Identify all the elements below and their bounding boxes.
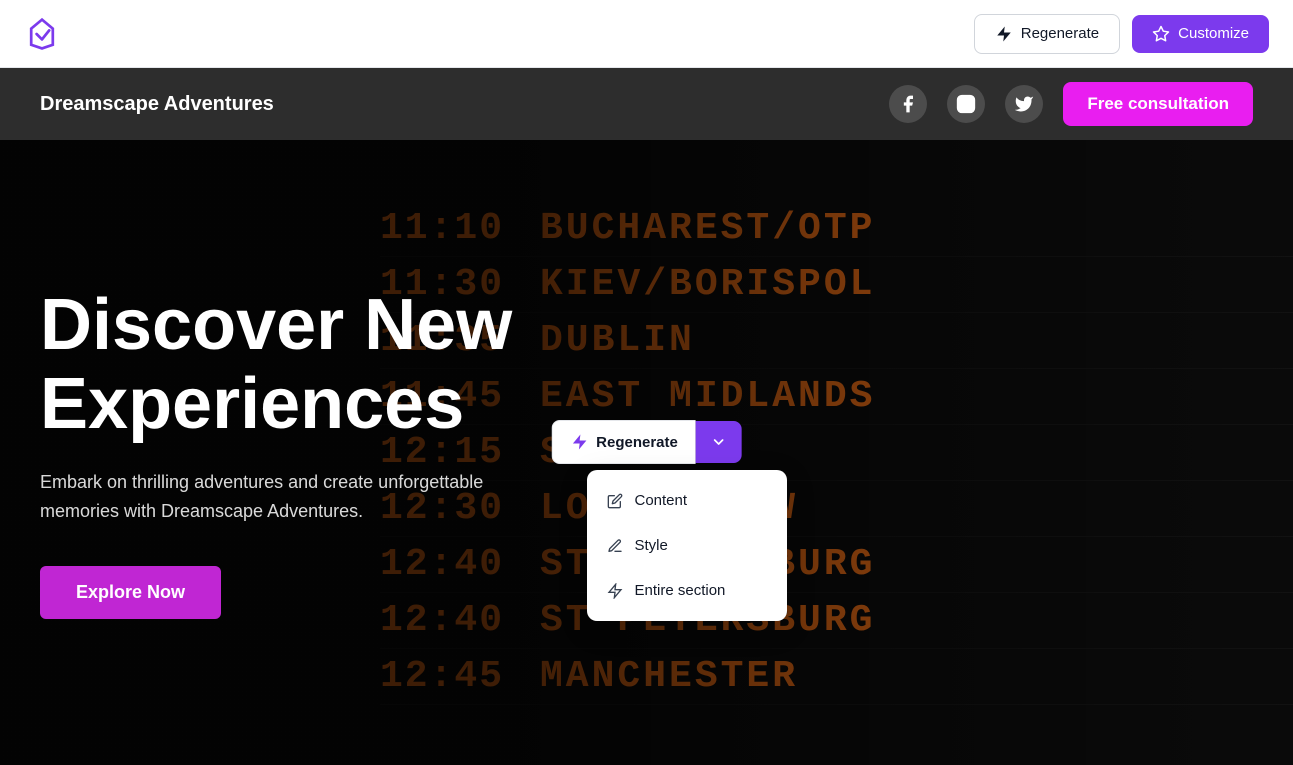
dropdown-item-entire-section-label: Entire section: [635, 582, 726, 599]
regen-dropdown-button: Regenerate: [551, 420, 742, 464]
explore-now-button[interactable]: Explore Now: [40, 566, 221, 619]
twitter-icon: [1014, 94, 1034, 114]
customize-label: Customize: [1178, 25, 1249, 42]
customize-button[interactable]: Customize: [1132, 15, 1269, 53]
regenerate-button[interactable]: Regenerate: [974, 14, 1120, 54]
regen-dropdown-menu: Content Style Entire section: [587, 470, 787, 621]
regenerate-icon: [995, 25, 1013, 43]
regen-main-button[interactable]: Regenerate: [551, 420, 696, 464]
facebook-icon: [898, 94, 918, 114]
free-consultation-label: Free consultation: [1087, 94, 1229, 113]
chevron-down-icon: [711, 434, 727, 450]
edit-icon: [607, 493, 623, 509]
toolbar: Regenerate Customize: [0, 0, 1293, 68]
free-consultation-button[interactable]: Free consultation: [1063, 82, 1253, 126]
app-logo-icon: [24, 16, 60, 52]
dropdown-item-content-label: Content: [635, 492, 688, 509]
customize-icon: [1152, 25, 1170, 43]
hero-section: 11:10 BUCHAREST/OTP 11:30 KIEV/BORISPOL …: [0, 140, 1293, 765]
dropdown-item-entire-section[interactable]: Entire section: [587, 568, 787, 613]
regen-label: Regenerate: [596, 434, 678, 451]
instagram-link[interactable]: [947, 85, 985, 123]
dropdown-item-style-label: Style: [635, 537, 668, 554]
twitter-link[interactable]: [1005, 85, 1043, 123]
hero-subtitle: Embark on thrilling adventures and creat…: [40, 468, 520, 526]
regenerate-label: Regenerate: [1021, 25, 1099, 42]
regen-chevron-button[interactable]: [696, 421, 742, 463]
lightning-icon: [607, 583, 623, 599]
hero-title: Discover New Experiences: [40, 286, 540, 444]
regen-lightning-icon: [570, 433, 588, 451]
logo: [24, 16, 60, 52]
toolbar-actions: Regenerate Customize: [974, 14, 1269, 54]
style-icon: [607, 538, 623, 554]
site-brand: Dreamscape Adventures: [40, 93, 274, 116]
site-nav: Dreamscape Adventures Free consultation: [0, 68, 1293, 140]
instagram-icon: [956, 94, 976, 114]
facebook-link[interactable]: [889, 85, 927, 123]
dropdown-item-style[interactable]: Style: [587, 523, 787, 568]
dropdown-item-content[interactable]: Content: [587, 478, 787, 523]
hero-content: Discover New Experiences Embark on thril…: [0, 140, 580, 765]
site-nav-right: Free consultation: [889, 82, 1253, 126]
